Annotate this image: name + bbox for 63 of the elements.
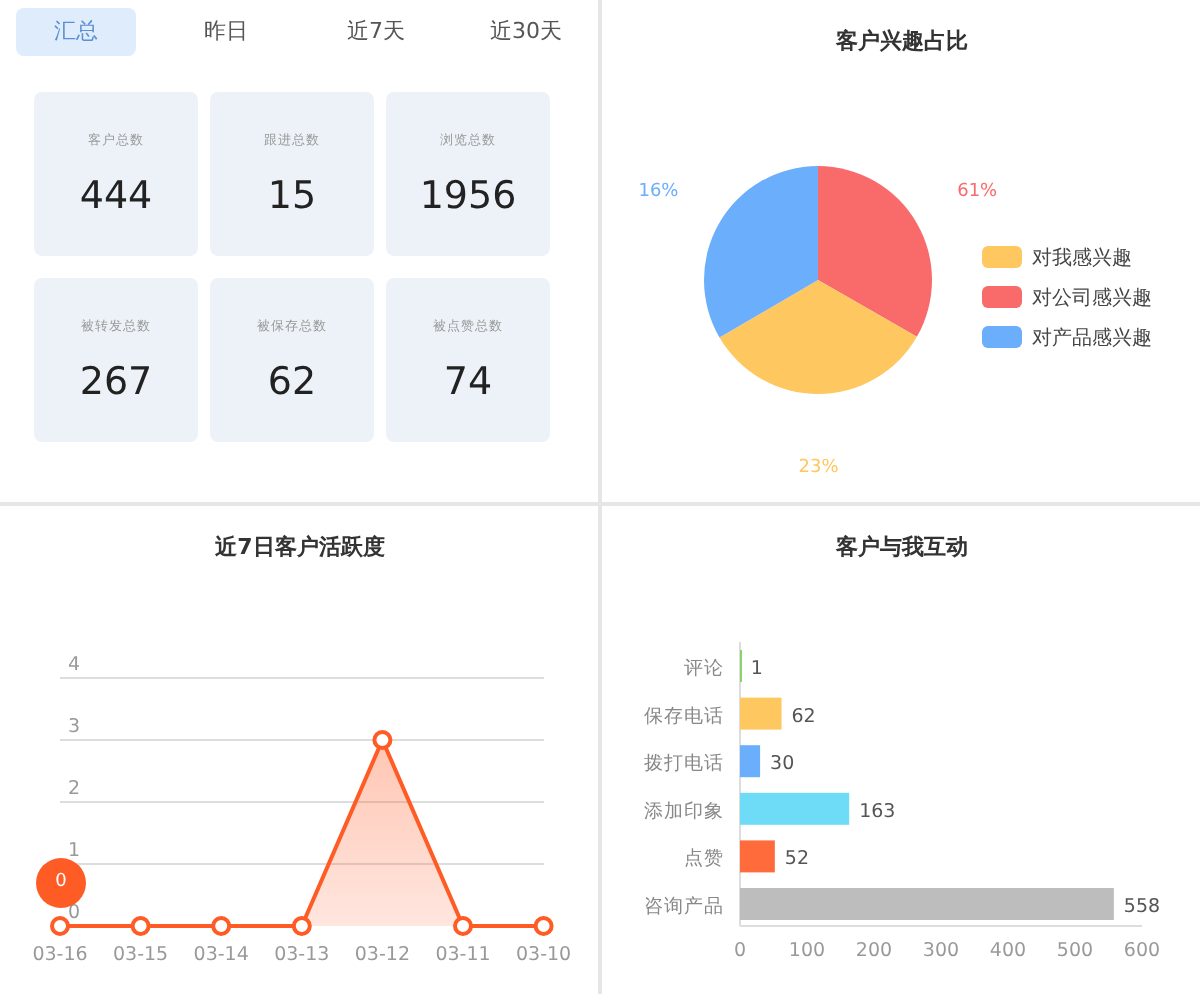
axis-tick-label: 600 [1123, 940, 1161, 962]
category-label: 添加印象 [644, 800, 724, 823]
data-label: 52 [784, 848, 810, 871]
data-label: 1 [750, 658, 763, 680]
legend-label: 对产品感兴趣 [1032, 328, 1152, 350]
chart-title: 客户与我互动 [836, 534, 968, 560]
axis-tick-label: 100 [788, 940, 826, 962]
data-point [533, 916, 554, 936]
axis-tick-label: 2 [68, 778, 81, 800]
axis-tick-label: 03-16 [32, 944, 88, 966]
stat-value: 74 [443, 357, 493, 408]
bar [740, 745, 761, 778]
tab[interactable]: 近7天 [316, 8, 436, 56]
data-point [453, 916, 473, 936]
category-label: 保存电话 [644, 705, 724, 728]
axis-tick-label: 03-13 [274, 944, 330, 966]
bar [740, 840, 775, 873]
legend-label: 对公司感兴趣 [1032, 288, 1152, 310]
legend-swatch [982, 246, 1022, 268]
data-point [130, 916, 151, 936]
axis-tick-label: 03-12 [354, 944, 410, 966]
axis-tick-label: 0 [733, 940, 747, 962]
category-label: 评论 [684, 658, 724, 680]
bar [740, 792, 850, 825]
data-label: 62 [791, 705, 816, 728]
stat-value: 62 [267, 357, 317, 408]
data-point [50, 916, 70, 936]
stat-value: 1956 [419, 171, 517, 222]
axis-tick-label: 4 [68, 654, 81, 676]
data-label: 30 [770, 753, 795, 776]
axis-tick-label: 3 [68, 716, 81, 738]
category-label: 拨打电话 [644, 753, 724, 776]
stat-value: 444 [79, 171, 153, 222]
axis-tick-label: 1 [68, 840, 81, 862]
data-point [291, 916, 312, 936]
axis-tick-label: 03-11 [435, 944, 491, 966]
axis-tick-label: 400 [989, 940, 1027, 962]
axis-tick-label: 500 [1056, 940, 1094, 962]
axis-tick-label: 03-15 [113, 944, 169, 966]
legend-label: 对我感兴趣 [1032, 248, 1132, 270]
data-label: 163 [859, 800, 896, 823]
axis-tick-label: 03-14 [193, 944, 249, 966]
value-label: 16% [638, 182, 679, 203]
legend-swatch [982, 286, 1022, 308]
value-label: 23% [798, 458, 839, 478]
chart-title: 近7日客户活跃度 [215, 534, 385, 560]
category-label: 咨询产品 [644, 896, 724, 918]
axis-tick-label: 0 [68, 902, 81, 924]
value-label: 61% [957, 181, 998, 202]
stat-value: 15 [267, 171, 317, 222]
axis-tick-label: 200 [855, 940, 893, 962]
axis-tick-label: 300 [922, 940, 960, 962]
chart-title: 客户兴趣占比 [836, 28, 968, 54]
axis-tick-label: 03-10 [516, 944, 572, 966]
data-label: 558 [1123, 896, 1161, 918]
stat-value: 267 [79, 357, 153, 408]
tab[interactable]: 昨日 [166, 8, 286, 56]
data-point [211, 916, 232, 936]
legend-swatch [982, 326, 1022, 348]
category-label: 点赞 [684, 848, 724, 871]
data-point [372, 730, 393, 750]
bar [740, 697, 782, 730]
tab[interactable]: 近30天 [466, 8, 586, 56]
